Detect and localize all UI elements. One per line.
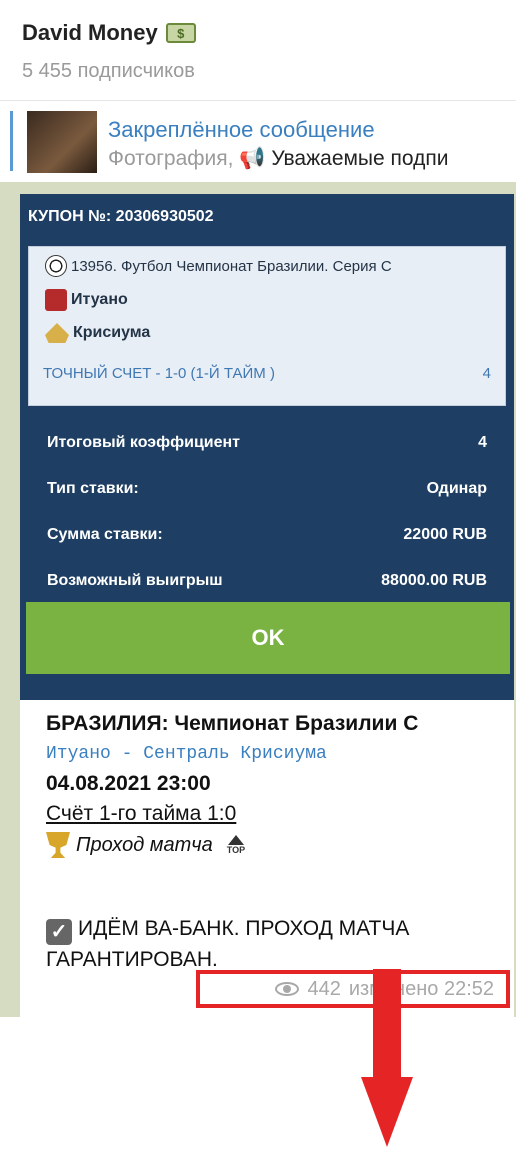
red-arrow-annotation [361,969,413,1149]
summary-value: 4 [478,434,487,451]
pinned-message-bar[interactable]: Закреплённое сообщение Фотография, 📢 Ува… [0,100,516,184]
team2-crest-icon [45,323,69,343]
halftime-score: Счёт 1-го тайма 1:0 [46,802,237,825]
event-row: 13956. Футбол Чемпионат Бразилии. Серия … [45,255,392,277]
match-datetime: 04.08.2021 23:00 [46,772,211,795]
match-teams: Итуано - Сентраль Крисиума [46,744,327,764]
coupon-event-card: 13956. Футбол Чемпионат Бразилии. Серия … [28,246,506,406]
chat-area[interactable]: КУПОН №: 20306930502 13956. Футбол Чемпи… [0,182,516,1147]
pinned-thumbnail [27,111,97,173]
eye-icon [275,982,300,996]
checkmark-icon: ✓ [46,919,72,945]
summary-value: 88000.00 RUB [381,572,487,589]
view-count: 442 [307,977,341,1000]
pinned-media-type: Фотография, [108,147,234,170]
vabank-text: ИДЁМ ВА-БАНК. ПРОХОД МАТЧА ГАРАНТИРОВАН. [46,917,410,971]
top-arrow-icon: TOP [227,835,245,855]
team1-name: Итуано [71,291,128,308]
megaphone-icon: 📢 [239,147,266,170]
coupon-number: КУПОН №: 20306930502 [28,208,214,225]
subscriber-count: 5 455 подписчиков [22,60,195,82]
event-title: 13956. Футбол Чемпионат Бразилии. Серия … [71,257,392,275]
team1-crest-icon [45,289,67,311]
message-bubble[interactable]: КУПОН №: 20306930502 13956. Футбол Чемпи… [20,194,514,1017]
summary-row: Тип ставки: Одинар [47,480,487,498]
channel-name: David Money [22,20,158,45]
trophy-icon [46,832,70,858]
summary-row: Итоговый коэффициент 4 [47,434,487,452]
summary-label: Тип ставки: [47,480,139,497]
team2-row: Крисиума [45,323,150,343]
summary-value: 22000 RUB [403,526,487,543]
team2-name: Крисиума [73,324,151,341]
summary-label: Возможный выигрыш [47,572,223,589]
soccer-ball-icon [45,255,67,277]
bet-value: 4 [482,365,491,382]
channel-title[interactable]: David Money $ [22,20,196,46]
message-meta: 442 изменено 22:52 [196,970,510,1008]
summary-value: Одинар [426,480,487,497]
vabank-text-block: ✓ ИДЁМ ВА-БАНК. ПРОХОД МАТЧА ГАРАНТИРОВАН… [46,914,506,975]
pass-text: Проход матча [76,833,213,856]
pinned-title: Закреплённое сообщение [108,117,375,142]
team1-row: Итуано [45,289,128,311]
summary-label: Сумма ставки: [47,526,163,543]
message-text: БРАЗИЛИЯ: Чемпионат Бразилии С Итуано - … [46,712,506,858]
bet-type: ТОЧНЫЙ СЧЕТ - 1-0 (1-Й ТАЙМ ) [43,365,275,382]
pinned-indicator [10,111,13,171]
pinned-text: Уважаемые подпи [271,147,449,170]
channel-header: David Money $ 5 455 подписчиков [0,0,516,100]
pinned-preview: Фотография, 📢 Уважаемые подпи [108,147,449,171]
money-banknote-icon: $ [165,23,196,43]
pass-line: Проход матча TOP [46,832,506,858]
league-title: БРАЗИЛИЯ: Чемпионат Бразилии С [46,712,419,735]
summary-label: Итоговый коэффициент [47,434,241,451]
top-label: TOP [226,845,246,855]
summary-row: Сумма ставки: 22000 RUB [47,526,487,544]
summary-row: Возможный выигрыш 88000.00 RUB [47,572,487,590]
ok-button[interactable]: OK [26,602,510,674]
coupon-image[interactable]: КУПОН №: 20306930502 13956. Футбол Чемпи… [20,194,514,700]
